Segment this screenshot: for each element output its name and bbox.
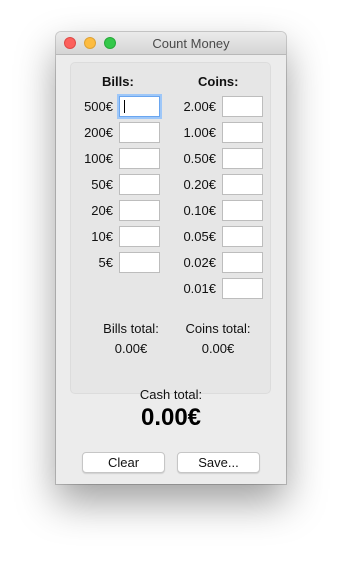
count-money-window: Count Money Bills: Coins: 500€ 200€ 100€… xyxy=(56,32,286,484)
bill-label-50: 50€ xyxy=(91,177,113,192)
bill-input-200[interactable] xyxy=(119,122,160,143)
coins-total-label: Coins total: xyxy=(185,321,251,336)
clear-button[interactable]: Clear xyxy=(82,452,165,473)
coin-label-0-02: 0.02€ xyxy=(183,255,216,270)
bills-heading: Bills: xyxy=(102,74,134,89)
title-bar[interactable]: Count Money xyxy=(56,32,286,55)
coin-input-1-00[interactable] xyxy=(222,122,263,143)
save-button[interactable]: Save... xyxy=(177,452,260,473)
coin-input-2-00[interactable] xyxy=(222,96,263,117)
coin-label-0-50: 0.50€ xyxy=(183,151,216,166)
bill-label-10: 10€ xyxy=(91,229,113,244)
bill-label-100: 100€ xyxy=(84,151,113,166)
coin-input-0-02[interactable] xyxy=(222,252,263,273)
coin-label-0-20: 0.20€ xyxy=(183,177,216,192)
cash-total-value: 0.00€ xyxy=(140,404,202,431)
coin-input-0-50[interactable] xyxy=(222,148,263,169)
cash-total-label: Cash total: xyxy=(139,387,203,402)
bill-label-500: 500€ xyxy=(84,99,113,114)
bill-input-500[interactable] xyxy=(119,96,160,117)
coin-label-0-10: 0.10€ xyxy=(183,203,216,218)
bill-label-20: 20€ xyxy=(91,203,113,218)
coin-label-1-00: 1.00€ xyxy=(183,125,216,140)
bill-input-100[interactable] xyxy=(119,148,160,169)
coin-label-0-01: 0.01€ xyxy=(183,281,216,296)
coins-total-value: 0.00€ xyxy=(201,341,235,356)
coin-input-0-05[interactable] xyxy=(222,226,263,247)
coin-input-0-20[interactable] xyxy=(222,174,263,195)
window-title: Count Money xyxy=(152,36,230,51)
coin-input-0-10[interactable] xyxy=(222,200,263,221)
bill-label-200: 200€ xyxy=(84,125,113,140)
bill-input-50[interactable] xyxy=(119,174,160,195)
coins-heading: Coins: xyxy=(198,74,239,89)
bill-label-5: 5€ xyxy=(98,255,113,270)
bill-input-10[interactable] xyxy=(119,226,160,247)
bill-input-20[interactable] xyxy=(119,200,160,221)
coin-input-0-01[interactable] xyxy=(222,278,263,299)
coin-label-0-05: 0.05€ xyxy=(183,229,216,244)
coin-label-2-00: 2.00€ xyxy=(183,99,216,114)
bill-input-5[interactable] xyxy=(119,252,160,273)
